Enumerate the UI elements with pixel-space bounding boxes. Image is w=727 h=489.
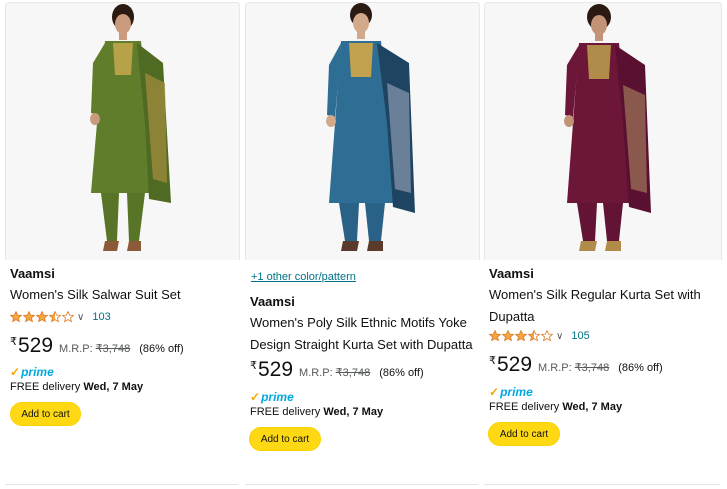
prime-check-icon: ✓: [250, 390, 261, 404]
price[interactable]: 529: [258, 358, 293, 382]
product-card: +1 other color/pattern Vaamsi Women's Po…: [245, 0, 480, 489]
prime-label: prime: [261, 390, 294, 404]
rating-row: ∨ 105: [489, 330, 590, 342]
star-icon: [10, 311, 22, 323]
prime-label: prime: [500, 385, 533, 399]
star-icon: [49, 311, 61, 323]
rating-count-link[interactable]: 103: [92, 311, 110, 323]
rating-row: ∨ 103: [10, 311, 111, 323]
prime-badge: ✓prime: [250, 390, 294, 404]
delivery-date: Wed, 7 May: [83, 381, 144, 393]
price-row: ₹ 529 M.R.P: ₹3,748 (86% off): [489, 353, 663, 377]
add-to-cart-button[interactable]: Add to cart: [10, 402, 81, 426]
delivery-info: FREE delivery Wed, 7 May: [10, 381, 143, 393]
product-title-link[interactable]: Women's Poly Silk Ethnic Motifs Yoke Des…: [250, 312, 478, 356]
price-row: ₹ 529 M.R.P: ₹3,748 (86% off): [250, 358, 424, 382]
prime-badge: ✓prime: [489, 385, 533, 399]
star-icon: [515, 330, 527, 342]
star-icon: [489, 330, 501, 342]
mrp-value: ₹3,748: [335, 367, 371, 379]
product-title-link[interactable]: Women's Silk Regular Kurta Set with Dupa…: [489, 284, 717, 328]
prime-check-icon: ✓: [489, 385, 500, 399]
prime-label: prime: [21, 365, 54, 379]
delivery-info: FREE delivery Wed, 7 May: [250, 406, 383, 418]
currency-symbol: ₹: [250, 360, 257, 372]
product-brand: Vaamsi: [489, 266, 534, 281]
model-photo-olive: [89, 4, 171, 251]
prime-check-icon: ✓: [10, 365, 21, 379]
delivery-label: FREE delivery: [250, 406, 321, 418]
product-image[interactable]: [484, 2, 722, 260]
mrp-label: M.R.P:: [59, 343, 93, 355]
product-image[interactable]: [245, 2, 480, 260]
product-brand: Vaamsi: [10, 266, 55, 281]
prime-badge: ✓prime: [10, 365, 54, 379]
discount-label: (86% off): [139, 343, 184, 355]
model-photo-maroon: [564, 4, 651, 251]
product-card: Vaamsi Women's Silk Salwar Suit Set ∨ 10…: [5, 0, 240, 489]
other-color-link[interactable]: +1 other color/pattern: [251, 271, 356, 283]
star-icon: [541, 330, 553, 342]
delivery-label: FREE delivery: [10, 381, 81, 393]
price[interactable]: 529: [18, 334, 53, 358]
chevron-down-icon[interactable]: ∨: [556, 331, 563, 342]
product-image[interactable]: [5, 2, 240, 260]
chevron-down-icon[interactable]: ∨: [77, 312, 84, 323]
mrp-value: ₹3,748: [574, 362, 610, 374]
discount-label: (86% off): [618, 362, 663, 374]
currency-symbol: ₹: [10, 336, 17, 348]
price[interactable]: 529: [497, 353, 532, 377]
product-title-link[interactable]: Women's Silk Salwar Suit Set: [10, 284, 235, 306]
star-icon: [36, 311, 48, 323]
star-icon: [23, 311, 35, 323]
currency-symbol: ₹: [489, 355, 496, 367]
mrp-label: M.R.P:: [538, 362, 572, 374]
model-photo-teal: [325, 3, 415, 251]
add-to-cart-button[interactable]: Add to cart: [249, 427, 321, 451]
discount-label: (86% off): [379, 367, 424, 379]
star-icon: [62, 311, 74, 323]
mrp-value: ₹3,748: [95, 343, 131, 355]
price-row: ₹ 529 M.R.P: ₹3,748 (86% off): [10, 334, 184, 358]
rating-count-link[interactable]: 105: [571, 330, 589, 342]
delivery-date: Wed, 7 May: [323, 406, 384, 418]
star-rating[interactable]: [489, 330, 554, 342]
add-to-cart-button[interactable]: Add to cart: [488, 422, 560, 446]
star-icon: [502, 330, 514, 342]
mrp-label: M.R.P:: [299, 367, 333, 379]
delivery-info: FREE delivery Wed, 7 May: [489, 401, 622, 413]
star-rating[interactable]: [10, 311, 75, 323]
product-brand: Vaamsi: [250, 294, 295, 309]
star-icon: [528, 330, 540, 342]
delivery-label: FREE delivery: [489, 401, 560, 413]
product-card: Vaamsi Women's Silk Regular Kurta Set wi…: [484, 0, 722, 489]
delivery-date: Wed, 7 May: [562, 401, 623, 413]
